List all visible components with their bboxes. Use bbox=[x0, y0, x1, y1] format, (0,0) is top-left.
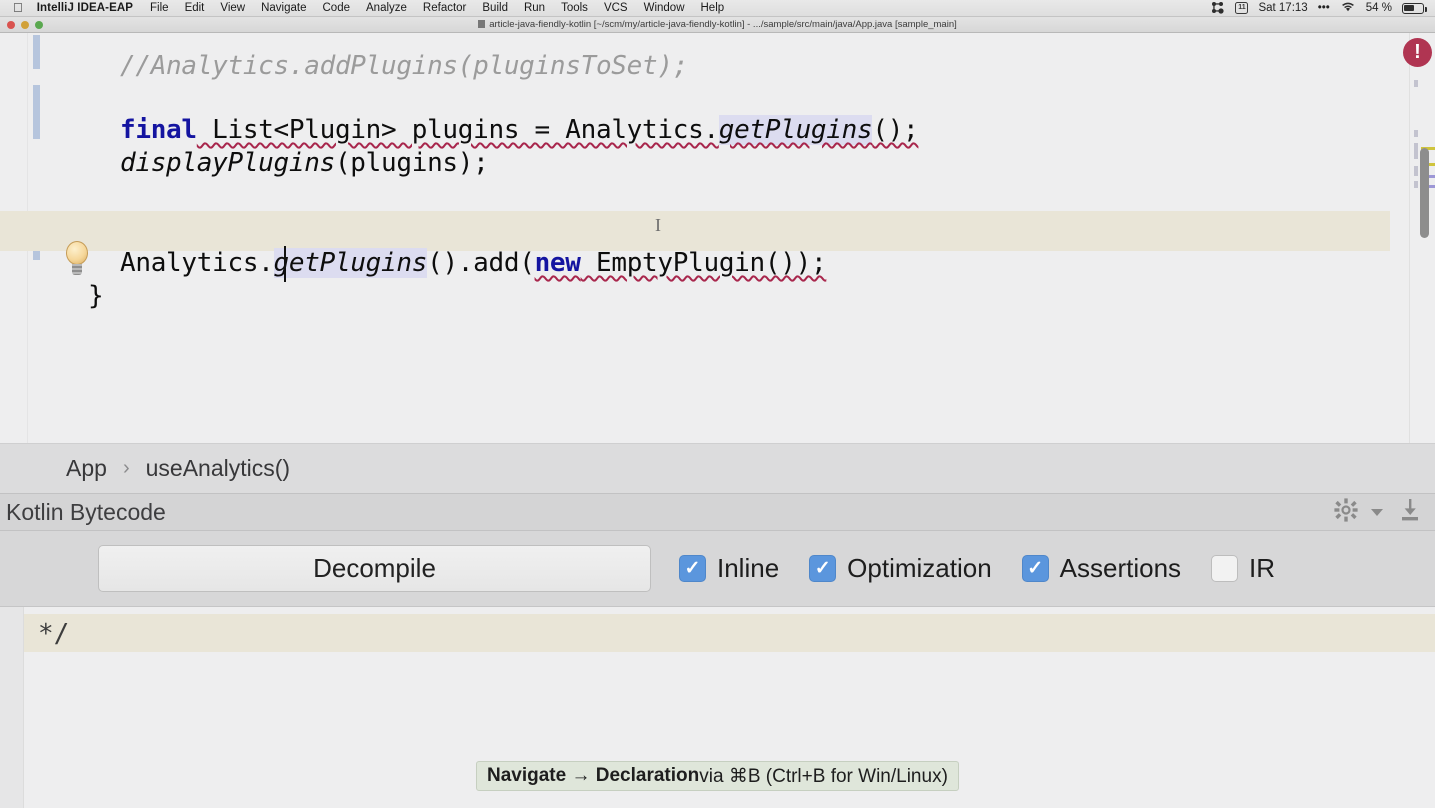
menu-item-code[interactable]: Code bbox=[323, 2, 351, 14]
menu-item-file[interactable]: File bbox=[150, 2, 169, 14]
stripe-minimap-mark bbox=[1414, 166, 1418, 176]
tool-window-title: Kotlin Bytecode bbox=[6, 498, 166, 525]
minimize-icon[interactable] bbox=[21, 21, 29, 29]
editor-scrollbar-thumb[interactable] bbox=[1420, 148, 1429, 238]
shortcut-tooltip: Navigate → Declaration via ⌘B (Ctrl+B fo… bbox=[476, 761, 959, 791]
checkbox-optimization[interactable]: ✓ bbox=[809, 555, 837, 582]
option-assertions[interactable]: ✓ Assertions bbox=[1021, 553, 1182, 584]
chevron-down-icon[interactable] bbox=[1371, 508, 1383, 516]
menu-item-analyze[interactable]: Analyze bbox=[366, 2, 407, 14]
bytecode-gutter bbox=[0, 607, 24, 808]
apple-logo-icon[interactable]:  bbox=[13, 1, 23, 14]
menu-item-navigate[interactable]: Navigate bbox=[261, 2, 306, 14]
bluetooth-icon[interactable] bbox=[1211, 1, 1225, 15]
breadcrumb-item-method[interactable]: useAnalytics() bbox=[146, 455, 290, 482]
menu-item-refactor[interactable]: Refactor bbox=[423, 2, 466, 14]
menu-item-view[interactable]: View bbox=[220, 2, 245, 14]
stripe-minimap-mark bbox=[1414, 143, 1418, 159]
breadcrumb-item-class[interactable]: App bbox=[66, 455, 107, 482]
menu-app-name[interactable]: IntelliJ IDEA-EAP bbox=[37, 2, 133, 14]
stripe-minimap-mark bbox=[1414, 80, 1418, 87]
menu-item-tools[interactable]: Tools bbox=[561, 2, 588, 14]
battery-percent: 54 % bbox=[1365, 2, 1392, 14]
menu-item-run[interactable]: Run bbox=[524, 2, 545, 14]
decompile-button[interactable]: Decompile bbox=[98, 545, 651, 592]
identifier-displayPlugins[interactable]: displayPlugins bbox=[120, 148, 335, 178]
option-ir-label: IR bbox=[1249, 553, 1276, 583]
intellij-window:  IntelliJ IDEA-EAP File Edit View Navig… bbox=[0, 0, 1435, 808]
checkbox-inline[interactable]: ✓ bbox=[679, 555, 706, 582]
tooltip-action: Navigate → Declaration bbox=[487, 765, 700, 786]
option-optimization[interactable]: ✓ Optimization bbox=[809, 553, 992, 584]
traffic-lights[interactable] bbox=[7, 21, 43, 29]
option-ir[interactable]: IR bbox=[1211, 553, 1275, 584]
close-icon[interactable] bbox=[7, 21, 15, 29]
breadcrumb: App › useAnalytics() bbox=[0, 443, 1435, 493]
bytecode-options: ✓ Inline ✓ Optimization ✓ Assertions IR bbox=[679, 553, 1275, 584]
checkbox-assertions[interactable]: ✓ bbox=[1021, 555, 1049, 582]
code-line-displayplugins[interactable]: displayPlugins(plugins); bbox=[0, 118, 1435, 208]
option-inline-label: Inline bbox=[717, 553, 780, 583]
option-optimization-label: Optimization bbox=[847, 553, 992, 583]
zoom-icon[interactable] bbox=[35, 21, 43, 29]
stripe-minimap-mark bbox=[1414, 181, 1418, 188]
tool-window-header: Kotlin Bytecode bbox=[0, 493, 1435, 531]
window-title-bar: article-java-fiendly-kotlin [~/scm/my/ar… bbox=[0, 17, 1435, 33]
menu-item-help[interactable]: Help bbox=[701, 2, 725, 14]
window-title: article-java-fiendly-kotlin [~/scm/my/ar… bbox=[478, 19, 957, 30]
gear-icon[interactable] bbox=[1333, 497, 1359, 528]
macos-menu-bar:  IntelliJ IDEA-EAP File Edit View Navig… bbox=[0, 0, 1435, 17]
error-badge-icon[interactable]: ! bbox=[1403, 38, 1432, 67]
bytecode-caret-line bbox=[24, 614, 1435, 652]
code-display-args: (plugins); bbox=[334, 148, 489, 178]
chevron-right-icon: › bbox=[122, 457, 130, 479]
code-editor[interactable]: //Analytics.addPlugins(pluginsToSet); fi… bbox=[0, 33, 1435, 443]
code-text-closing-brace: } bbox=[88, 281, 104, 311]
control-center-icon[interactable]: ••• bbox=[1318, 2, 1330, 14]
checkbox-ir[interactable] bbox=[1211, 555, 1239, 582]
stripe-minimap-mark bbox=[1414, 130, 1418, 137]
menu-item-edit[interactable]: Edit bbox=[185, 2, 205, 14]
hide-tool-window-icon[interactable] bbox=[1397, 497, 1423, 528]
menu-item-vcs[interactable]: VCS bbox=[604, 2, 628, 14]
menu-clock[interactable]: Sat 17:13 bbox=[1258, 2, 1307, 14]
menu-item-window[interactable]: Window bbox=[644, 2, 685, 14]
code-line-closing-brace[interactable]: } bbox=[0, 251, 1435, 341]
bytecode-text: */ bbox=[38, 619, 70, 649]
bytecode-toolbar: Decompile ✓ Inline ✓ Optimization ✓ Asse… bbox=[0, 531, 1435, 606]
error-stripe-gutter[interactable]: ! bbox=[1403, 33, 1435, 443]
code-text-comment: //Analytics.addPlugins(pluginsToSet); bbox=[120, 51, 689, 81]
option-inline[interactable]: ✓ Inline bbox=[679, 553, 779, 584]
menu-item-build[interactable]: Build bbox=[482, 2, 508, 14]
window-title-text: article-java-fiendly-kotlin [~/scm/my/ar… bbox=[489, 19, 957, 30]
tool-window-actions bbox=[1333, 497, 1423, 528]
code-text-displayplugins: displayPlugins(plugins); bbox=[120, 148, 489, 178]
calendar-icon[interactable]: 11 bbox=[1235, 2, 1249, 14]
mouse-ibeam-cursor: I bbox=[655, 215, 661, 235]
option-assertions-label: Assertions bbox=[1059, 553, 1182, 583]
tooltip-shortcut: via ⌘B (Ctrl+B for Win/Linux) bbox=[699, 765, 948, 787]
menu-status-area: 11 Sat 17:13 ••• 54 % bbox=[1211, 1, 1427, 16]
battery-icon[interactable] bbox=[1402, 2, 1427, 14]
document-icon bbox=[478, 20, 486, 28]
wifi-icon[interactable] bbox=[1340, 1, 1356, 16]
